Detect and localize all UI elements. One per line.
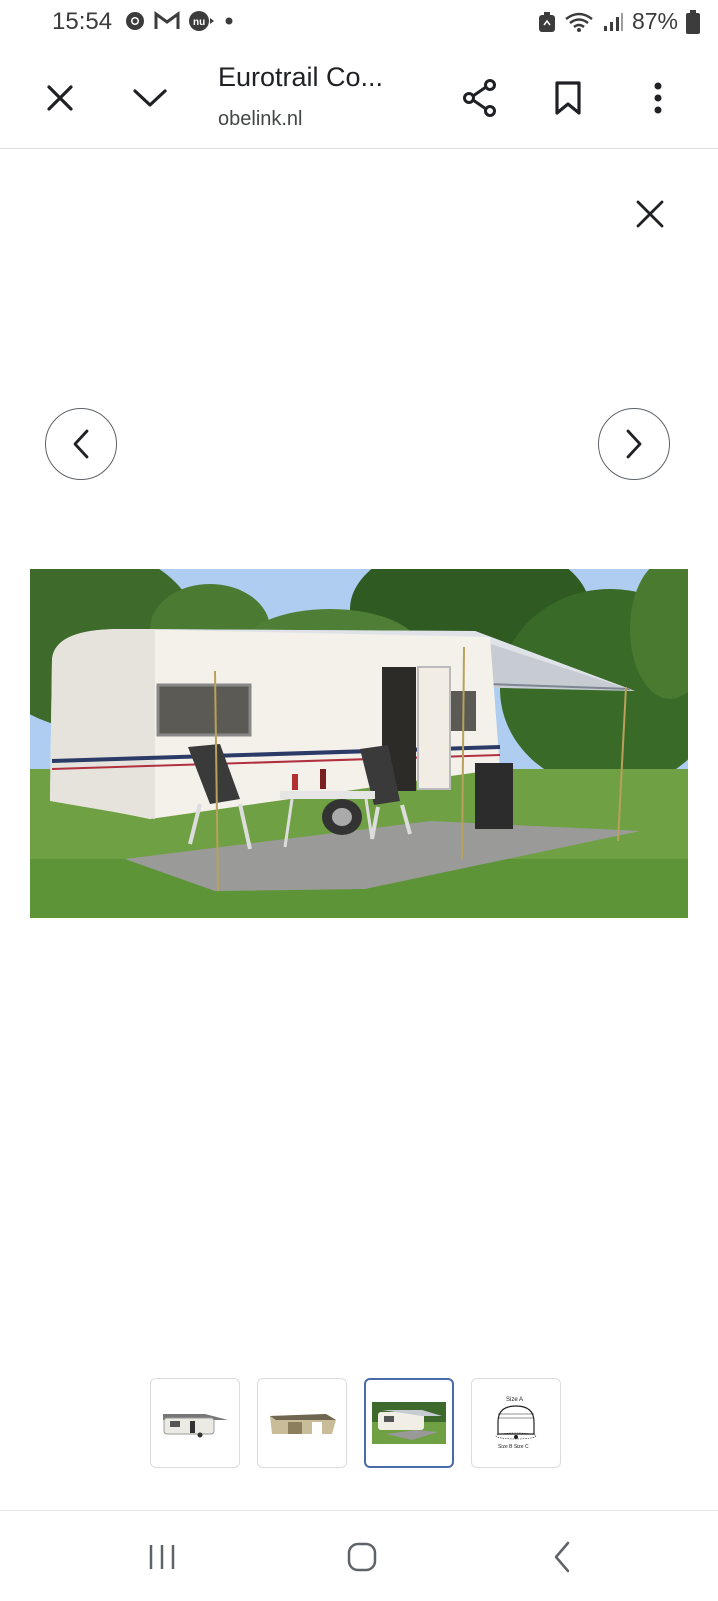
svg-text:nu: nu bbox=[193, 17, 205, 28]
nu-icon: nu bbox=[189, 11, 214, 31]
status-time: 15:54 bbox=[52, 8, 113, 35]
custom-tab-toolbar: Eurotrail Co... obelink.nl bbox=[0, 52, 718, 149]
page-domain: obelink.nl bbox=[218, 108, 303, 130]
thumbnail-2[interactable] bbox=[257, 1378, 347, 1468]
thumbnail-size-diagram-image: Size A Size B Size C bbox=[495, 1397, 537, 1450]
minimize-button[interactable] bbox=[126, 74, 174, 122]
page-title: Eurotrail Co... bbox=[218, 62, 384, 92]
close-icon bbox=[47, 85, 73, 111]
back-icon bbox=[554, 1541, 570, 1573]
chevron-down-icon bbox=[133, 89, 167, 107]
share-button[interactable] bbox=[456, 74, 504, 122]
gmail-icon bbox=[154, 11, 180, 29]
dot-icon bbox=[225, 17, 233, 25]
bookmark-button[interactable] bbox=[544, 74, 592, 122]
previous-image-button[interactable] bbox=[45, 408, 117, 480]
more-options-button[interactable] bbox=[634, 74, 682, 122]
home-icon bbox=[347, 1542, 377, 1572]
system-navigation-bar bbox=[0, 1510, 718, 1601]
chrome-icon bbox=[126, 12, 144, 30]
battery-icon bbox=[686, 9, 700, 34]
more-vert-icon bbox=[654, 82, 662, 114]
main-image[interactable] bbox=[30, 569, 688, 918]
thumbnail-strip: Size A Size B Size C bbox=[150, 1378, 561, 1468]
close-icon bbox=[636, 200, 664, 228]
recent-apps-button[interactable] bbox=[134, 1533, 190, 1581]
chevron-right-icon bbox=[626, 429, 642, 459]
recent-apps-icon bbox=[149, 1545, 175, 1569]
next-image-button[interactable] bbox=[598, 408, 670, 480]
home-button[interactable] bbox=[334, 1533, 390, 1581]
battery-percentage: 87% bbox=[631, 8, 678, 34]
caravan-photo bbox=[30, 569, 688, 918]
close-tab-button[interactable] bbox=[36, 74, 84, 122]
recycle-icon bbox=[538, 11, 555, 32]
close-viewer-button[interactable] bbox=[626, 190, 674, 238]
diagram-label-top: Size A bbox=[506, 1397, 523, 1403]
share-icon bbox=[463, 79, 496, 117]
thumbnail-awning-tent-image bbox=[270, 1414, 336, 1434]
signal-icon bbox=[603, 12, 623, 31]
wifi-icon bbox=[565, 12, 593, 32]
diagram-label-bottom: Size B Size C bbox=[498, 1444, 529, 1450]
thumbnail-1[interactable] bbox=[150, 1378, 240, 1468]
bookmark-icon bbox=[555, 81, 581, 115]
status-bar: 15:54 nu 87% bbox=[0, 0, 718, 44]
thumbnail-caravan-field-image bbox=[372, 1402, 446, 1444]
chevron-left-icon bbox=[73, 429, 89, 459]
back-button[interactable] bbox=[534, 1533, 590, 1581]
thumbnail-4[interactable]: Size A Size B Size C bbox=[471, 1378, 561, 1468]
thumbnail-caravan-awning-image bbox=[163, 1414, 228, 1438]
thumbnail-3[interactable] bbox=[364, 1378, 454, 1468]
